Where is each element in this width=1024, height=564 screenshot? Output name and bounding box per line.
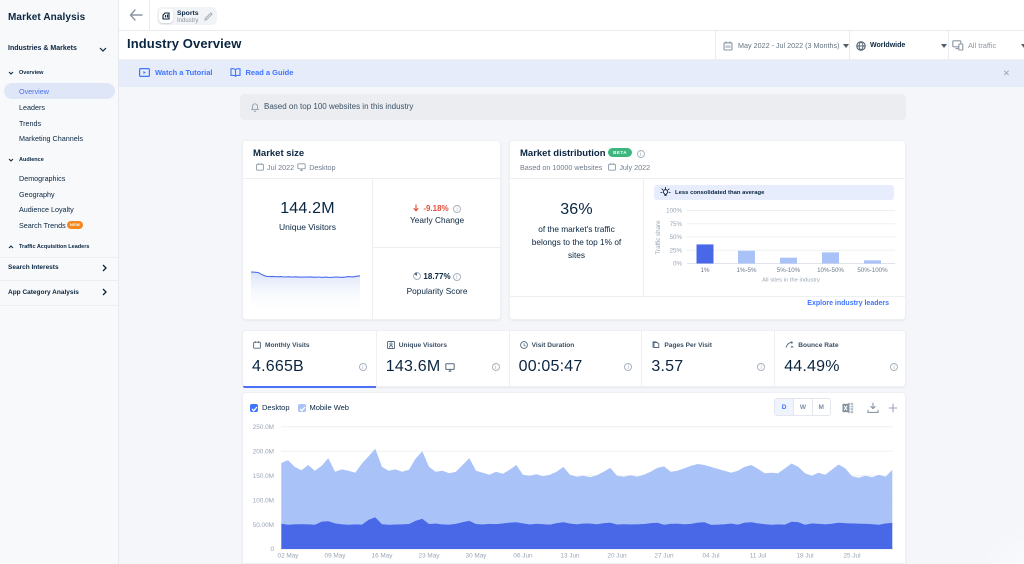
svg-text:All sites in the industry: All sites in the industry <box>762 278 820 284</box>
svg-text:04 Jul: 04 Jul <box>702 553 719 560</box>
svg-text:18 Jul: 18 Jul <box>796 553 813 560</box>
svg-text:5%-10%: 5%-10% <box>777 267 801 274</box>
svg-text:30 May: 30 May <box>466 553 488 560</box>
svg-text:0: 0 <box>270 546 274 553</box>
svg-text:150.0M: 150.0M <box>253 473 274 480</box>
svg-text:09 May: 09 May <box>325 553 347 560</box>
svg-text:27 Jun: 27 Jun <box>654 553 674 560</box>
svg-text:Traffic share: Traffic share <box>655 220 662 255</box>
svg-text:100.0M: 100.0M <box>253 497 274 504</box>
svg-text:200.0M: 200.0M <box>253 449 274 456</box>
svg-text:16 May: 16 May <box>372 553 394 560</box>
svg-text:50.00M: 50.00M <box>253 522 274 529</box>
svg-text:1%: 1% <box>701 267 710 274</box>
svg-text:06 Jun: 06 Jun <box>513 553 533 560</box>
svg-text:25 Jul: 25 Jul <box>843 553 860 560</box>
svg-text:50%: 50% <box>670 234 683 241</box>
svg-text:0%: 0% <box>673 261 682 268</box>
svg-text:50%-100%: 50%-100% <box>857 267 888 274</box>
svg-text:11 Jul: 11 Jul <box>750 553 767 560</box>
svg-text:250.0M: 250.0M <box>253 424 274 431</box>
svg-text:1%-5%: 1%-5% <box>737 267 757 274</box>
svg-text:23 May: 23 May <box>419 553 441 560</box>
svg-text:75%: 75% <box>670 221 683 228</box>
svg-text:02 May: 02 May <box>278 553 300 560</box>
svg-text:10%-50%: 10%-50% <box>817 267 844 274</box>
svg-text:25%: 25% <box>670 247 683 254</box>
svg-text:13 Jun: 13 Jun <box>560 553 580 560</box>
svg-text:100%: 100% <box>666 208 682 215</box>
svg-text:20 Jun: 20 Jun <box>607 553 627 560</box>
